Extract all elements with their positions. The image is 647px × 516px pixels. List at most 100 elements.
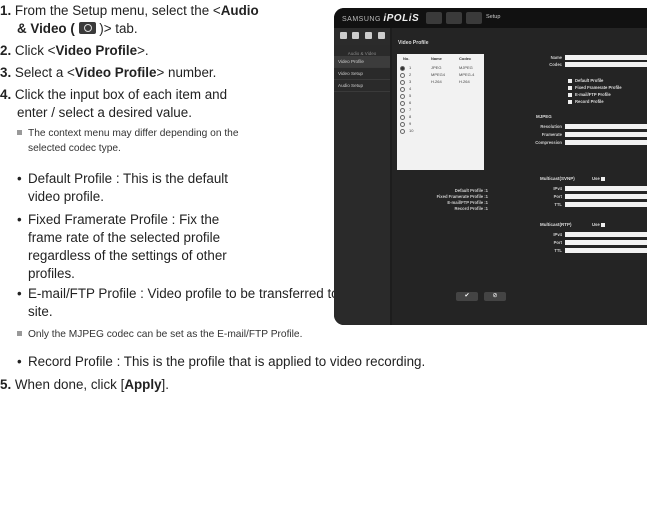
- table-row[interactable]: 1 JPEG MJPEG: [397, 64, 484, 71]
- brand-word: iPOLiS: [383, 13, 420, 24]
- apply-button[interactable]: ✔: [456, 292, 478, 301]
- chk-email-ftp[interactable]: E-mail/FTP Profile: [568, 92, 611, 97]
- rtp-ipv4-input[interactable]: [565, 232, 647, 237]
- rtp-ipv4-label: IPv4: [553, 232, 562, 237]
- row-radio[interactable]: [400, 93, 405, 99]
- search-icon[interactable]: [446, 12, 462, 24]
- summary-record: Record Profile :1: [454, 206, 488, 211]
- row-radio[interactable]: [400, 107, 405, 113]
- side-header: Audio & Video: [347, 51, 377, 56]
- svnp-port-input[interactable]: [565, 194, 647, 199]
- setup-tabs: [334, 28, 390, 45]
- table-row[interactable]: 3 H.264 H.264: [397, 78, 484, 85]
- checkbox-label: Default Profile: [575, 78, 604, 83]
- monitor-icon[interactable]: [426, 12, 442, 24]
- row-radio[interactable]: [400, 72, 405, 78]
- row-no: 1: [409, 65, 412, 70]
- rtp-ttl-input[interactable]: [565, 248, 647, 253]
- bullet-text: video profile.: [28, 189, 104, 204]
- audio-video-tab-icon: [78, 22, 96, 34]
- table-row[interactable]: 5: [397, 92, 484, 99]
- row-radio[interactable]: [400, 79, 405, 85]
- use-label: Use: [592, 176, 600, 181]
- codec-label: Codec: [549, 62, 562, 67]
- step-text: From the Setup menu, select the <: [14, 3, 221, 18]
- framerate-select[interactable]: [565, 132, 647, 137]
- row-no: 9: [409, 121, 412, 126]
- chk-fixed-framerate[interactable]: Fixed Framerate Profile: [568, 85, 622, 90]
- table-row[interactable]: 4: [397, 85, 484, 92]
- step-text: )> tab.: [99, 21, 138, 36]
- step-emphasis: Apply: [124, 377, 162, 392]
- note-text: selected codec type.: [28, 143, 121, 154]
- row-codec: MPEG-4: [459, 72, 475, 77]
- table-row[interactable]: 9: [397, 120, 484, 127]
- name-label: Name: [550, 55, 562, 60]
- row-no: 7: [409, 107, 412, 112]
- network-icon[interactable]: [378, 32, 385, 39]
- compression-select[interactable]: [565, 140, 647, 145]
- row-no: 2: [409, 72, 412, 77]
- content-title: Video Profile: [398, 40, 429, 46]
- side-item-video-setup[interactable]: Video Setup: [334, 68, 390, 80]
- table-row[interactable]: 7: [397, 106, 484, 113]
- row-name: JPEG: [431, 65, 442, 70]
- row-name: MPEG4: [431, 72, 446, 77]
- multicast-svnp-title: Multicast(SVNP): [540, 176, 575, 181]
- row-radio[interactable]: [400, 100, 405, 106]
- chk-default-profile[interactable]: Default Profile: [568, 78, 603, 83]
- bullet-fixed-framerate: • Fixed Framerate Profile : Fix the: [17, 212, 220, 227]
- step-1-cont: & Video ( )> tab.: [17, 20, 138, 38]
- step-3: 3. Select a <Video Profile> number.: [0, 64, 216, 82]
- resolution-label: Resolution: [540, 124, 562, 129]
- note-text: Only the MJPEG codec can be set as the E…: [28, 329, 303, 340]
- svnp-ipv4-input[interactable]: [565, 186, 647, 191]
- row-radio[interactable]: [400, 114, 405, 120]
- step-number: 4.: [0, 87, 12, 102]
- checkbox-label: Fixed Framerate Profile: [575, 85, 622, 90]
- bullet-text: Fixed Framerate Profile : Fix the: [28, 212, 220, 227]
- brand-logo: SAMSUNG iPOLiS: [342, 13, 419, 24]
- ptz-icon[interactable]: [352, 32, 359, 39]
- table-row[interactable]: 6: [397, 99, 484, 106]
- basic-icon[interactable]: [340, 32, 347, 39]
- step-text: Click <: [14, 43, 56, 58]
- col-header-no: No.: [403, 56, 410, 61]
- svnp-ttl-input[interactable]: [565, 202, 647, 207]
- profile-table: No. Name Codec 1 JPEG MJPEG 2 MPEG4 MPEG-4 3…: [397, 54, 484, 170]
- rtp-port-input[interactable]: [565, 240, 647, 245]
- multicast-rtp-title: Multicast(RTP): [540, 222, 572, 227]
- rtp-use-checkbox[interactable]: Use: [592, 222, 608, 227]
- svnp-use-checkbox[interactable]: Use: [592, 176, 608, 181]
- audio-video-icon[interactable]: [365, 32, 372, 39]
- row-radio[interactable]: [400, 128, 405, 134]
- row-no: 6: [409, 100, 412, 105]
- row-radio[interactable]: [400, 86, 405, 92]
- row-radio[interactable]: [400, 65, 405, 71]
- summary-default: Default Profile :1: [454, 188, 488, 193]
- table-row[interactable]: 8: [397, 113, 484, 120]
- top-bar: SAMSUNG iPOLiS Setup: [334, 8, 647, 28]
- brand-prefix: SAMSUNG: [342, 16, 381, 23]
- side-menu: Audio & Video Video Profile Video Setup …: [334, 45, 390, 325]
- table-row[interactable]: 2 MPEG4 MPEG-4: [397, 71, 484, 78]
- chk-record-profile[interactable]: Record Profile: [568, 99, 604, 104]
- setup-label: Setup: [486, 14, 501, 20]
- note-square-icon: [17, 331, 22, 336]
- step-emphasis: Audio: [220, 3, 259, 18]
- codec-select[interactable]: [565, 62, 647, 67]
- row-no: 3: [409, 79, 412, 84]
- side-item-audio-setup[interactable]: Audio Setup: [334, 80, 390, 92]
- name-input[interactable]: [565, 55, 647, 60]
- step-number: 3.: [0, 65, 12, 80]
- summary-fixed-framerate: Fixed Framerate Profile :1: [436, 194, 488, 199]
- gear-icon[interactable]: [466, 12, 482, 24]
- bullet-record-profile: • Record Profile : This is the profile th…: [17, 354, 426, 369]
- table-row[interactable]: 10: [397, 127, 484, 134]
- side-item-video-profile[interactable]: Video Profile: [334, 56, 390, 68]
- cancel-button[interactable]: ⊘: [484, 292, 506, 301]
- row-radio[interactable]: [400, 121, 405, 127]
- step-text: ].: [161, 377, 169, 392]
- resolution-select[interactable]: [565, 124, 647, 129]
- row-no: 5: [409, 93, 412, 98]
